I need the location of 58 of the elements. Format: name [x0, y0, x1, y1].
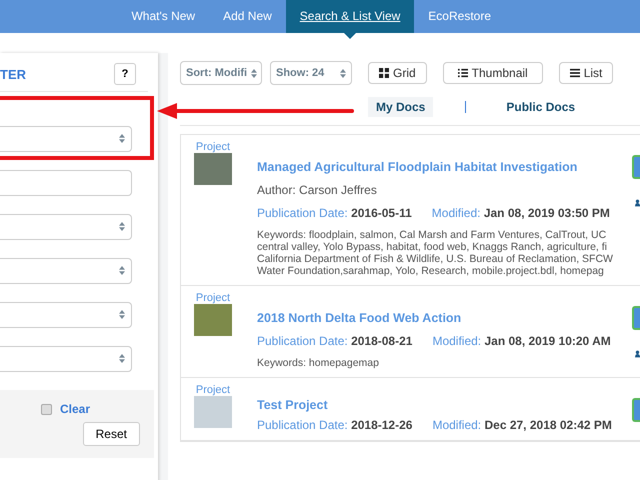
keywords-text: Water Foundation,sarahmap, Yolo, Research, mobile.project.bdl, homepag [257, 265, 605, 277]
result-title-link[interactable]: Managed Agricultural Floodplain Habitat Investigation [257, 160, 632, 174]
publication-date: Publication Date: 2018-08-21 [257, 334, 412, 348]
reset-button[interactable]: Reset [82, 422, 140, 446]
photo-placeholder [194, 304, 232, 336]
filter-select[interactable] [0, 126, 132, 152]
doc-tab[interactable]: My Docs [368, 97, 434, 117]
thumbnail-view-button[interactable]: Thumbnail [442, 62, 543, 84]
updown-icon [119, 221, 125, 232]
action-button[interactable] [632, 398, 640, 422]
filter-select[interactable] [0, 258, 132, 284]
result-title-link[interactable]: Test Project [257, 398, 632, 412]
result-type: Project [196, 292, 230, 304]
author-text: Author: Carson Jeffres [257, 183, 378, 197]
grid-icon [379, 68, 389, 78]
result-type: Project [196, 384, 230, 396]
sort-select[interactable]: Sort: Modifi [180, 61, 262, 85]
active-tab-pointer [344, 33, 356, 39]
filter-select[interactable] [0, 302, 132, 328]
modified-date: Modified: Jan 08, 2019 10:20 AM [432, 334, 611, 348]
updown-icon [340, 68, 346, 78]
updown-icon [119, 265, 125, 276]
help-button[interactable]: ? [114, 63, 136, 85]
result-type: Project [196, 141, 230, 153]
filter-select[interactable] [0, 346, 132, 372]
doc-tab[interactable]: Public Docs [498, 97, 584, 117]
nav-tab[interactable]: What's New [117, 0, 210, 33]
updown-icon [119, 353, 125, 364]
keywords-text: California Department of Fish & Wildlife, U.S. Bureau of Reclamation, SFCW [257, 253, 614, 265]
keywords-text: Keywords: floodplain, salmon, Cal Marsh and Farm Ventures, CalTrout, UC [257, 229, 608, 241]
action-button[interactable] [632, 155, 640, 179]
result-title-link[interactable]: 2018 North Delta Food Web Action [257, 311, 632, 325]
clear-checkbox[interactable] [40, 404, 52, 414]
person-icon [635, 199, 640, 207]
bulleted-list-icon [458, 68, 468, 78]
keywords-text: Keywords: homepagemap [257, 357, 380, 369]
nav-tab[interactable]: Add New [209, 0, 286, 33]
publication-date: Publication Date: 2016-05-11 [257, 206, 412, 220]
filter-input[interactable] [0, 170, 132, 196]
list-view-button[interactable]: List [558, 62, 614, 84]
modified-date: Modified: Dec 27, 2018 02:42 PM [432, 418, 612, 432]
photo-placeholder [194, 396, 232, 428]
updown-icon [251, 68, 258, 78]
keywords-text: central valley, Yolo Bypass, habitat, food web, Knaggs Ranch, agriculture, fi [257, 241, 608, 253]
nav-tab[interactable]: EcoRestore [414, 0, 505, 33]
clear-link[interactable]: Clear [60, 402, 90, 416]
show-select[interactable]: Show: 24 [270, 61, 352, 85]
updown-icon [119, 309, 125, 320]
action-button[interactable] [632, 306, 640, 330]
person-icon [635, 350, 640, 358]
publication-date: Publication Date: 2018-12-26 [257, 418, 412, 432]
photo-placeholder [194, 153, 232, 185]
list-icon [570, 68, 580, 78]
updown-icon [119, 133, 125, 144]
grid-view-button[interactable]: Grid [368, 62, 427, 84]
filter-select[interactable] [0, 214, 132, 240]
modified-date: Modified: Jan 08, 2019 03:50 PM [432, 206, 610, 220]
filter-title: TER [0, 66, 26, 82]
